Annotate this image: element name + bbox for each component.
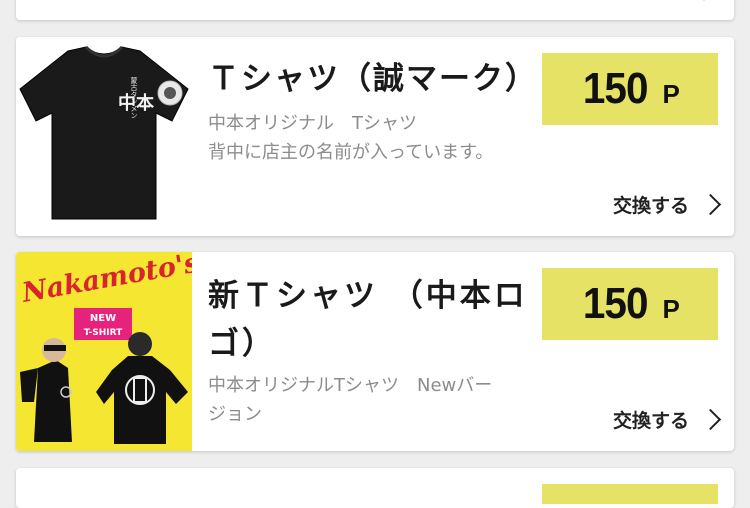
description-line: 中本オリジナルTシャツ Newバー [208, 371, 538, 400]
product-card-new-tshirt[interactable]: Nakamoto's NEW T-SHIRT 新Ｔシャツ （中本ロ ゴ） 中本オ… [16, 252, 734, 451]
product-description: 中本オリジナル Tシャツ 背中に店主の名前が入っています。 [208, 109, 538, 167]
title-line: 新Ｔシャツ （中本ロ [208, 272, 528, 320]
product-image-tshirt-makoto: 蒙古タンメン 中本 [16, 37, 192, 236]
product-card-tshirt-makoto[interactable]: 蒙古タンメン 中本 Ｔシャツ（誠マーク） 中本オリジナル Tシャツ 背中に店主の… [16, 37, 734, 236]
exchange-label: 交換する [613, 406, 689, 433]
product-image-new-tshirt: Nakamoto's NEW T-SHIRT [16, 252, 192, 451]
price-badge [542, 484, 718, 504]
price-unit: P [663, 79, 680, 110]
description-line: ジョン [208, 400, 538, 429]
description-line: 背中に店主の名前が入っています。 [208, 138, 538, 167]
price-value: 150 [583, 279, 648, 329]
product-card-next[interactable] [16, 468, 734, 508]
exchange-label: 交換する [613, 191, 689, 218]
product-card-previous[interactable] [16, 0, 734, 20]
price-value: 150 [583, 64, 648, 114]
new-badge-text: NEW [90, 313, 116, 324]
description-line: 中本オリジナル Tシャツ [208, 109, 538, 138]
exchange-button[interactable]: 交換する [613, 191, 718, 218]
exchange-button[interactable]: 交換する [613, 406, 718, 433]
title-line: ゴ） [208, 320, 528, 368]
tshirt-badge-text: T-SHIRT [84, 328, 123, 338]
product-title: 新Ｔシャツ （中本ロ ゴ） [208, 272, 528, 368]
price-unit: P [663, 294, 680, 325]
price-badge: 150 P [542, 268, 718, 340]
chevron-right-icon[interactable] [700, 409, 721, 430]
price-badge: 150 P [542, 53, 718, 125]
product-description: 中本オリジナルTシャツ Newバー ジョン [208, 371, 538, 429]
chevron-right-icon[interactable] [700, 194, 721, 215]
tshirt-logo-text: 中本 [118, 92, 154, 114]
product-title: Ｔシャツ（誠マーク） [208, 55, 528, 103]
